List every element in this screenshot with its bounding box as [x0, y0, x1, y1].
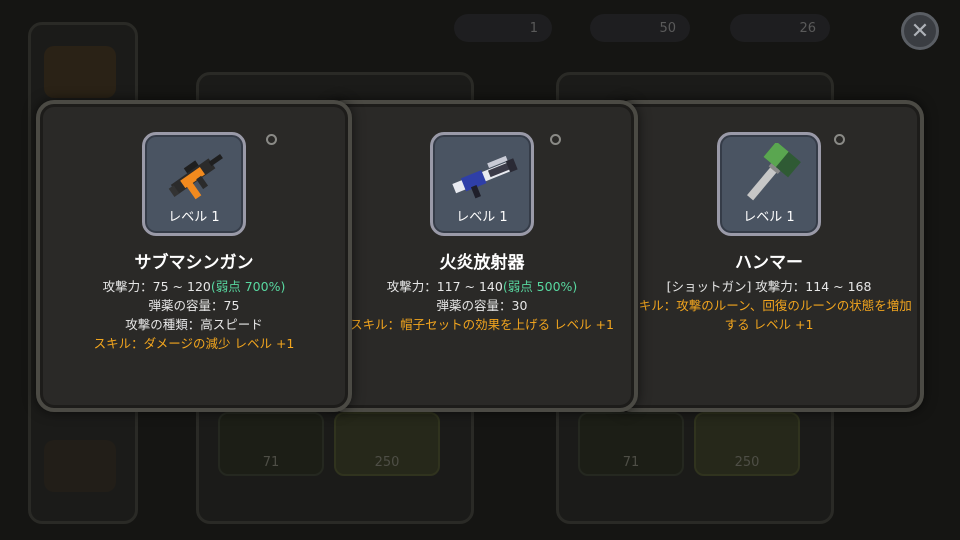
submachine-gun-icon — [168, 154, 223, 200]
level-label: レベル 1 — [168, 210, 220, 225]
flamethrower-icon — [452, 155, 518, 199]
stat-value-3: 26 — [799, 20, 816, 36]
bg-slot-value: 250 — [734, 455, 760, 470]
attack-line: 攻撃力：75 ~ 120(弱点 700%) — [46, 277, 342, 296]
bg-slot-4: 250 — [694, 412, 800, 476]
weapon-card-flamethrower[interactable]: レベル 1 火炎放射器 攻撃力：117 ~ 140(弱点 500%) 弾薬の容量… — [326, 100, 638, 412]
weak-point-stat: (弱点 700%) — [210, 279, 286, 294]
bg-slot-2: 250 — [334, 412, 440, 476]
bg-slot-1: 71 — [218, 412, 324, 476]
ammo-line: 弾薬の容量：30 — [436, 298, 528, 313]
weapon-icon-frame: レベル 1 — [142, 132, 246, 236]
bg-item-icon-bottom — [44, 440, 116, 492]
weapon-description: 攻撃力：117 ~ 140(弱点 500%) 弾薬の容量：30 スキル：帽子セッ… — [336, 277, 628, 334]
skill-line: スキル：帽子セットの効果を上げる レベル +1 — [350, 317, 614, 332]
weapon-icon-frame: レベル 1 — [717, 132, 821, 236]
select-indicator[interactable] — [834, 134, 845, 145]
attack-type-line: 攻撃の種類：高スピード — [125, 317, 263, 332]
skill-line: スキル：ダメージの減少 レベル +1 — [93, 336, 295, 351]
attack-stat: 攻撃力：75 ~ 120 — [102, 279, 211, 294]
weapon-card-hammer[interactable]: レベル 1 ハンマー [ショットガン] 攻撃力：114 ~ 168 スキル：攻撃… — [614, 100, 924, 412]
attack-line: 攻撃力：117 ~ 140(弱点 500%) — [336, 277, 628, 296]
stat-badge-3: 26 — [730, 14, 830, 42]
stat-badge-1: 1 — [454, 14, 552, 42]
ammo-line: 弾薬の容量：75 — [148, 298, 240, 313]
skill-line: スキル：攻撃のルーン、回復のルーンの状態を増加する レベル +1 — [626, 298, 912, 332]
weapon-icon-frame: レベル 1 — [430, 132, 534, 236]
bg-item-icon-top — [44, 46, 116, 98]
stat-value-2: 50 — [659, 20, 676, 36]
bg-slot-value: 250 — [374, 455, 400, 470]
hammer-icon — [747, 143, 801, 201]
bg-slot-value: 71 — [262, 455, 280, 470]
level-label: レベル 1 — [456, 210, 508, 225]
weapon-card-submachine-gun[interactable]: レベル 1 サブマシンガン 攻撃力：75 ~ 120(弱点 700%) 弾薬の容… — [36, 100, 352, 412]
weapon-description: 攻撃力：75 ~ 120(弱点 700%) 弾薬の容量：75 攻撃の種類：高スピ… — [46, 277, 342, 353]
attack-stat: 攻撃力：117 ~ 140 — [386, 279, 503, 294]
weapon-name: 火炎放射器 — [439, 253, 525, 273]
attack-line: [ショットガン] 攻撃力：114 ~ 168 — [666, 279, 872, 294]
select-indicator[interactable] — [550, 134, 561, 145]
bg-slot-value: 71 — [622, 455, 640, 470]
weapon-name: ハンマー — [735, 253, 803, 273]
weapon-description: [ショットガン] 攻撃力：114 ~ 168 スキル：攻撃のルーン、回復のルーン… — [624, 277, 914, 334]
stat-value-1: 1 — [529, 20, 538, 36]
level-label: レベル 1 — [743, 210, 795, 225]
close-button[interactable]: ✕ — [901, 12, 939, 50]
select-indicator[interactable] — [266, 134, 277, 145]
stat-badge-2: 50 — [590, 14, 690, 42]
bg-slot-3: 71 — [578, 412, 684, 476]
weak-point-stat: (弱点 500%) — [502, 279, 578, 294]
close-icon: ✕ — [910, 18, 930, 44]
weapon-name: サブマシンガン — [134, 253, 254, 273]
